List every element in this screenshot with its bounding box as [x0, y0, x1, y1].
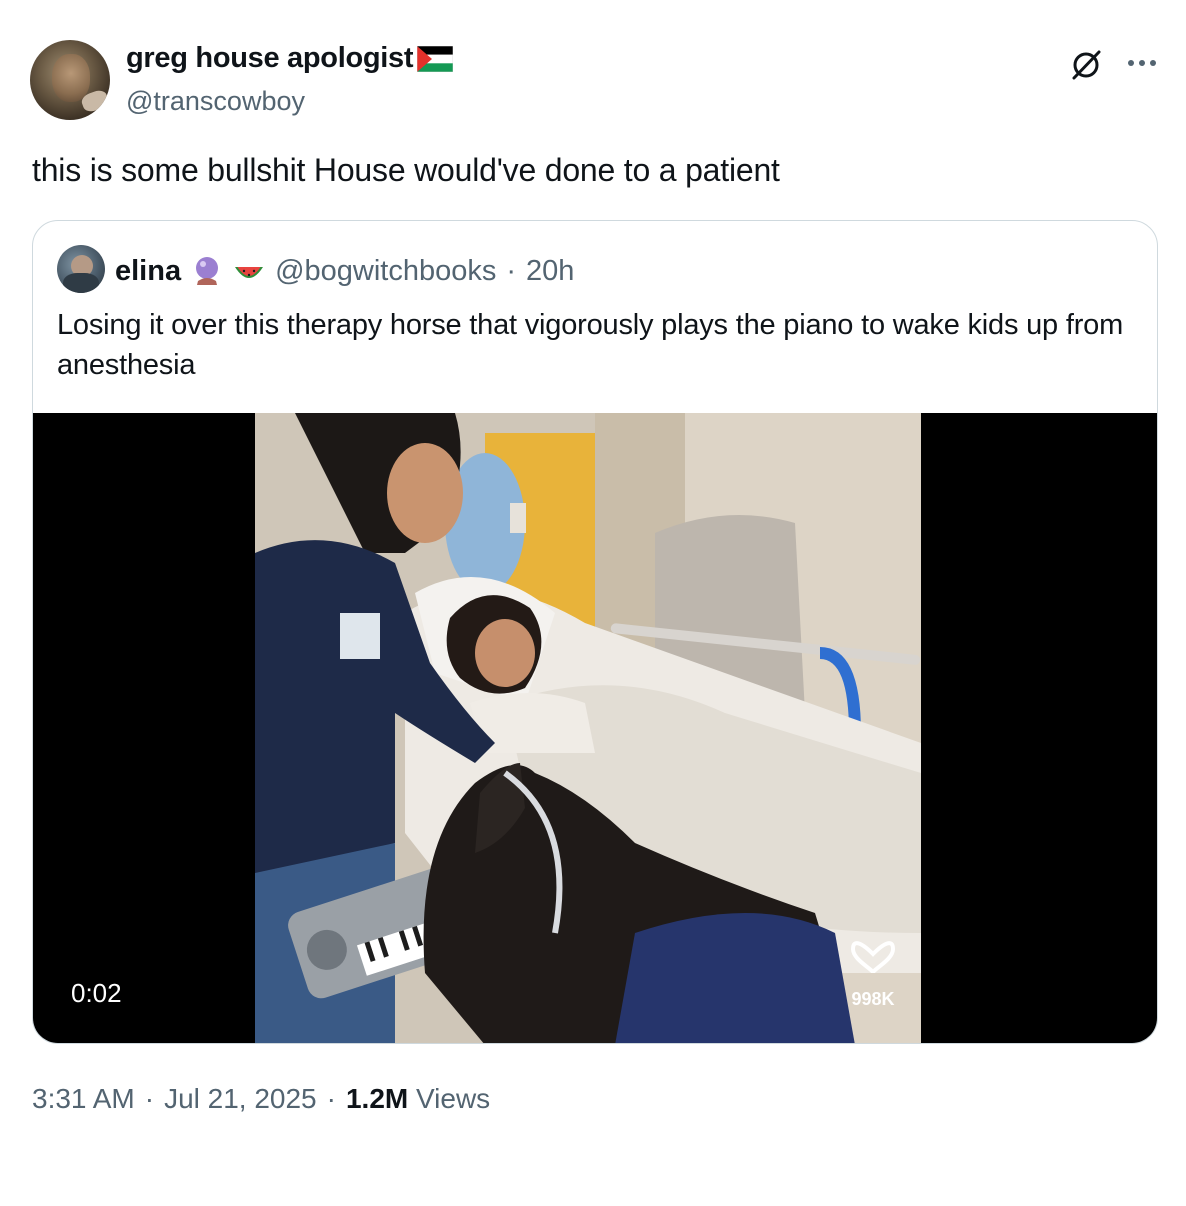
quoted-time[interactable]: 20h	[526, 255, 574, 288]
separator-dot: ·	[506, 254, 517, 287]
quoted-text: Losing it over this therapy horse that v…	[57, 309, 1124, 381]
author-display-name[interactable]: greg house apologist	[126, 42, 454, 75]
crystal-ball-icon	[196, 257, 219, 285]
tweet-date[interactable]: Jul 21, 2025	[164, 1083, 317, 1115]
video-frame: 998K	[255, 413, 921, 1043]
author-avatar[interactable]	[30, 40, 110, 120]
views-label: Views	[416, 1083, 491, 1114]
avatar-body	[63, 273, 99, 293]
quoted-author-row: elina @bogwitchbooks · 20h	[115, 251, 574, 291]
video-player[interactable]: 998K 0:02	[33, 413, 1157, 1043]
more-icon[interactable]	[1124, 48, 1160, 78]
display-name-text: greg house apologist	[126, 42, 414, 74]
quoted-author-avatar[interactable]	[57, 245, 105, 293]
overlay-likes: 998K	[851, 989, 894, 1009]
separator-dot: ·	[144, 1083, 155, 1114]
author-handle[interactable]: @transcowboy	[126, 86, 305, 117]
tweet-meta: 3:31 AM · Jul 21, 2025 · 1.2M Views	[32, 1083, 490, 1115]
views-count: 1.2M	[345, 1083, 409, 1114]
quoted-display-name[interactable]: elina	[115, 255, 181, 288]
video-timestamp: 0:02	[71, 978, 122, 1008]
tweet-text: this is some bullshit House would've don…	[32, 152, 780, 188]
quoted-handle[interactable]: @bogwitchbooks	[275, 255, 496, 288]
quoted-tweet[interactable]: elina @bogwitchbooks · 20h Losing it ove…	[32, 220, 1158, 1044]
separator-dot: ·	[326, 1083, 336, 1114]
watermelon-icon	[235, 267, 264, 278]
palestine-flag-icon	[417, 45, 454, 72]
tweet-time[interactable]: 3:31 AM	[32, 1083, 135, 1115]
video-thumbnail: 998K	[255, 413, 921, 1043]
grok-icon[interactable]	[1068, 47, 1104, 83]
